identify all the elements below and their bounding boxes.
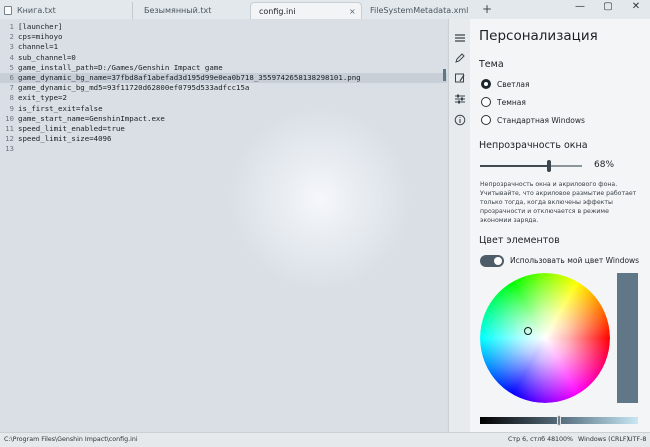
line-text: cps=mihoyo: [18, 32, 63, 42]
editor-line[interactable]: 2 cps=mihoyo: [0, 32, 447, 42]
editor-line[interactable]: 9 is_first_exit=false: [0, 104, 447, 114]
menu-icon[interactable]: [454, 32, 466, 44]
tab-label: FileSystemMetadata.xml: [370, 6, 469, 15]
opacity-heading: Непрозрачность окна: [479, 140, 588, 151]
theme-heading: Тема: [479, 59, 504, 70]
radio-label: Светлая: [497, 79, 530, 89]
window-close-icon[interactable]: ✕: [627, 1, 645, 12]
line-number: 10: [5, 113, 14, 123]
line-text: game_dynamic_bg_md5=93f11720d62800ef0795…: [18, 83, 250, 93]
color-wheel-saturation: [480, 273, 610, 403]
line-text: is_first_exit=false: [18, 103, 103, 113]
theme-dark-radio[interactable]: Темная: [481, 97, 526, 107]
slider-fill: [480, 165, 550, 167]
toggle-knob: [494, 257, 502, 265]
tab-kniga[interactable]: Книга.txt: [4, 2, 130, 19]
radio-label: Темная: [497, 97, 526, 107]
line-text: sub_channel=0: [18, 52, 76, 62]
sliders-icon[interactable]: [454, 93, 466, 105]
theme-light-radio[interactable]: Светлая: [481, 79, 530, 89]
theme-windows-radio[interactable]: Стандартная Windows: [481, 115, 585, 125]
line-number: 4: [9, 52, 14, 62]
line-number: 6: [9, 72, 14, 82]
tab-label: config.ini: [259, 6, 296, 16]
line-text: game_dynamic_bg_name=37fbd8af1abefad3d19…: [18, 72, 361, 82]
panel-title: Персонализация: [479, 28, 598, 44]
opacity-description: Непрозрачность окна и акрилового фона. У…: [480, 181, 637, 224]
personalization-panel: Персонализация Тема Светлая Темная Станд…: [470, 19, 650, 432]
line-number: 12: [5, 134, 14, 144]
cursor-position[interactable]: Стр 6, стлб 48: [508, 436, 555, 443]
radio-dot[interactable]: [481, 97, 491, 107]
editor-line[interactable]: 13: [0, 144, 447, 154]
line-number: 13: [5, 144, 14, 154]
paint-icon[interactable]: [454, 72, 466, 84]
pen-icon[interactable]: [454, 52, 466, 64]
file-path: C:\Program Files\Genshin Impact\config.i…: [4, 436, 138, 443]
editor-line[interactable]: 1 [launcher]: [0, 22, 447, 32]
line-text: game_start_name=GenshinImpact.exe: [18, 113, 165, 123]
color-heading: Цвет элементов: [479, 235, 560, 246]
line-number: 11: [5, 123, 14, 133]
line-text: speed_limit_enabled=true: [18, 123, 125, 133]
tab-label: Безымянный.txt: [144, 6, 212, 15]
line-number: 1: [9, 22, 14, 31]
maximize-icon[interactable]: ▢: [599, 1, 617, 12]
use-windows-color-label: Использовать мой цвет Windows: [510, 256, 640, 265]
slider-thumb[interactable]: [547, 160, 552, 172]
status-bar: C:\Program Files\Genshin Impact\config.i…: [0, 432, 650, 447]
line-endings[interactable]: Windows (CRLF): [578, 436, 629, 443]
editor-line[interactable]: 7 game_dynamic_bg_md5=93f11720d62800ef079…: [0, 83, 447, 93]
zoom-level[interactable]: 100%: [555, 436, 573, 443]
editor-line[interactable]: 6 game_dynamic_bg_name=37fbd8af1abefad3d1…: [0, 72, 447, 84]
tab-filesystemmetadata[interactable]: FileSystemMetadata.xml: [364, 2, 474, 19]
line-text: exit_type=2: [18, 93, 67, 103]
line-number: 8: [9, 93, 14, 103]
radio-dot[interactable]: [481, 79, 491, 89]
side-icon-strip: [448, 19, 470, 432]
radio-label: Стандартная Windows: [497, 115, 585, 125]
tab-bezymyanny[interactable]: Безымянный.txt: [132, 2, 250, 19]
close-icon[interactable]: ×: [349, 7, 356, 16]
editor-line[interactable]: 11 speed_limit_enabled=true: [0, 124, 447, 134]
plus-icon[interactable]: +: [482, 2, 492, 16]
brightness-slider[interactable]: [480, 415, 638, 426]
document-icon: [4, 6, 12, 15]
line-text: speed_limit_size=4096: [18, 134, 112, 144]
info-icon[interactable]: [454, 114, 466, 126]
line-number: 9: [9, 103, 14, 113]
editor-line[interactable]: 4 sub_channel=0: [0, 53, 447, 63]
line-number: 7: [9, 83, 14, 93]
editor-line[interactable]: 12 speed_limit_size=4096: [0, 134, 447, 144]
editor-line[interactable]: 3 channel=1: [0, 42, 447, 52]
editor-line[interactable]: 5 game_install_path=D:/Games/Genshin Impa…: [0, 63, 447, 73]
opacity-slider[interactable]: [480, 160, 582, 172]
encoding[interactable]: UTF-8: [628, 436, 646, 443]
scroll-marker[interactable]: [443, 69, 446, 81]
tab-config-ini[interactable]: config.ini ×: [250, 2, 362, 19]
radio-dot[interactable]: [481, 115, 491, 125]
editor-lines[interactable]: 1 [launcher] 2 cps=mihoyo 3 channel=1 4 sub_cha…: [0, 22, 447, 154]
text-editor[interactable]: 1 [launcher] 2 cps=mihoyo 3 channel=1 4 sub_cha…: [0, 19, 447, 432]
line-text: [launcher]: [18, 22, 63, 31]
color-picker-handle[interactable]: [524, 327, 532, 335]
line-number: 2: [9, 32, 14, 42]
minimize-icon[interactable]: —: [571, 1, 589, 12]
accent-color-preview: [617, 273, 638, 403]
brightness-thumb[interactable]: [557, 415, 561, 426]
opacity-value: 68%: [594, 160, 615, 170]
line-number: 3: [9, 42, 14, 52]
color-wheel[interactable]: [480, 273, 610, 403]
editor-line[interactable]: 8 exit_type=2: [0, 93, 447, 103]
line-text: game_install_path=D:/Games/Genshin Impac…: [18, 62, 223, 72]
tab-label: Книга.txt: [17, 6, 56, 15]
line-number: 5: [9, 62, 14, 72]
use-windows-color-toggle[interactable]: [480, 255, 504, 267]
line-text: channel=1: [18, 42, 59, 52]
tab-bar: Книга.txt Безымянный.txt config.ini × Fi…: [0, 0, 650, 19]
editor-line[interactable]: 10 game_start_name=GenshinImpact.exe: [0, 114, 447, 124]
